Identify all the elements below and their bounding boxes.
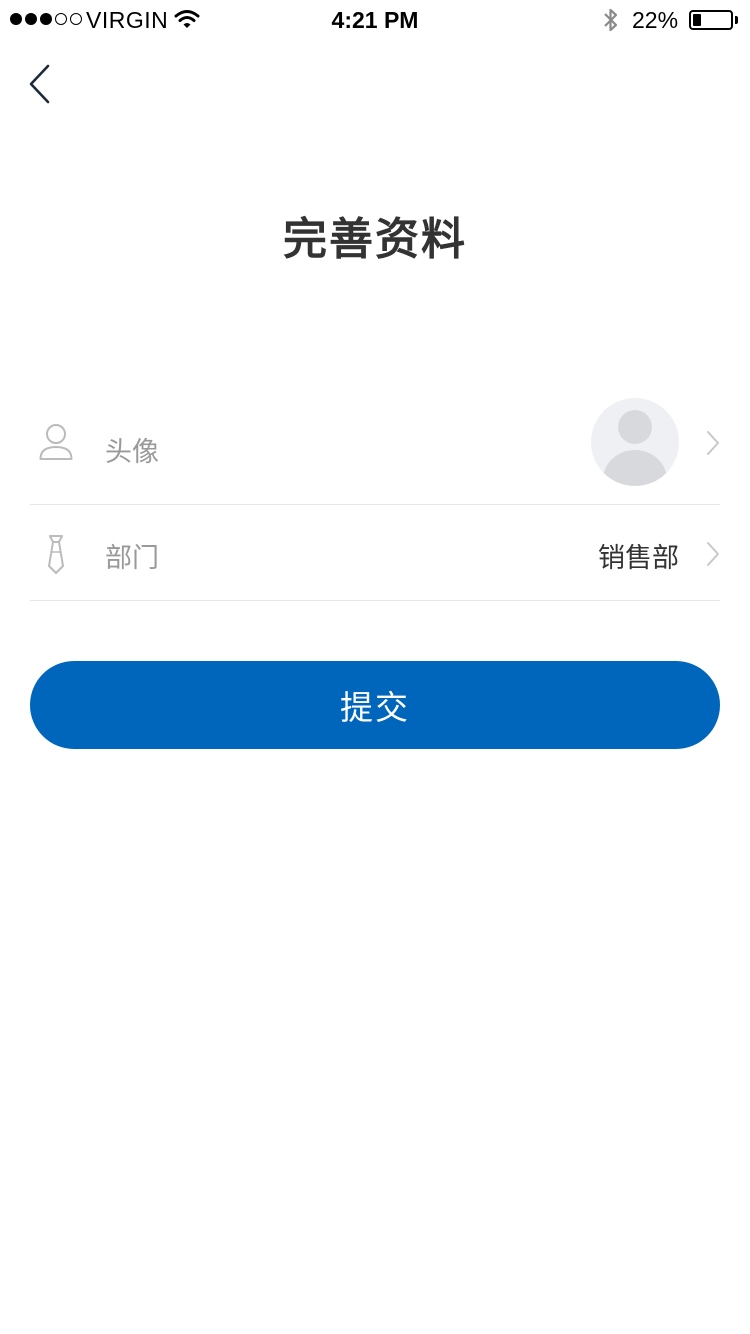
battery-percentage: 22% xyxy=(632,7,679,33)
department-value: 销售部 xyxy=(598,543,679,574)
battery-fill xyxy=(693,14,701,26)
status-bar: VIRGIN 4:21 PM 22% xyxy=(0,0,750,40)
chevron-left-icon xyxy=(29,64,50,104)
chevron-right-icon xyxy=(707,431,719,455)
chevron-right-icon xyxy=(707,542,719,566)
avatar-label: 头像 xyxy=(105,437,159,468)
page-title: 完善资料 xyxy=(283,214,467,265)
avatar[interactable] xyxy=(591,398,679,486)
department-row[interactable]: 部门 销售部 xyxy=(30,505,720,601)
avatar-row[interactable]: 头像 xyxy=(30,392,720,505)
department-label: 部门 xyxy=(105,543,159,574)
user-icon xyxy=(39,424,73,460)
back-button[interactable] xyxy=(22,62,62,106)
battery-tip xyxy=(735,16,738,24)
battery-icon xyxy=(689,10,733,30)
bluetooth-icon xyxy=(604,8,618,32)
avatar-placeholder-icon xyxy=(603,410,667,486)
submit-button[interactable]: 提交 xyxy=(30,661,720,749)
tie-icon xyxy=(48,535,64,574)
